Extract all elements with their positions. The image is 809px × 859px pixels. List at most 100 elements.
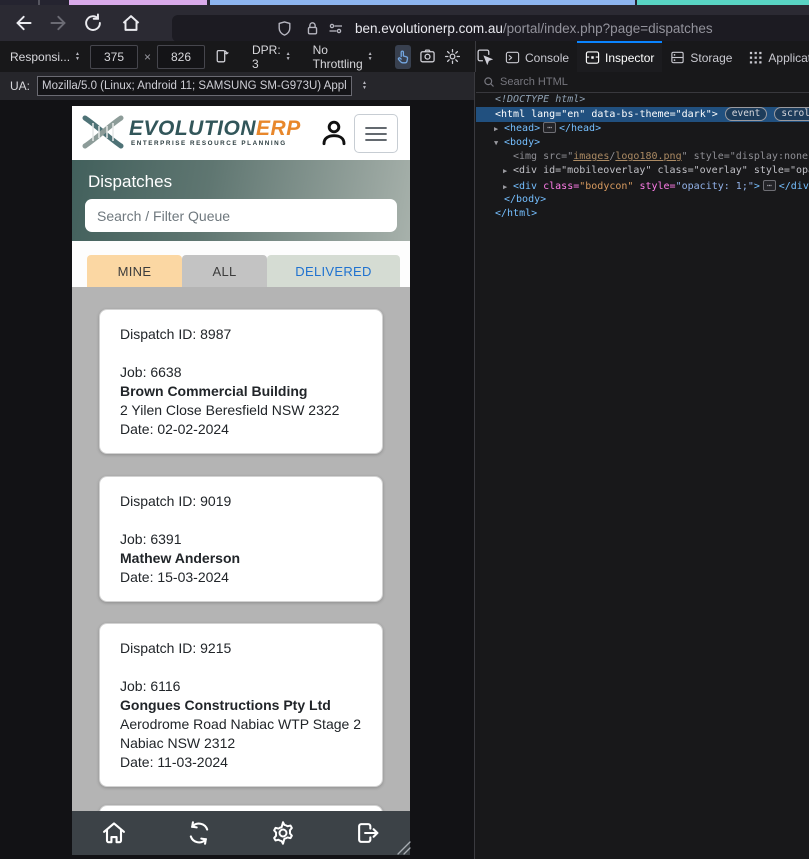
devtools-tab-label: Inspector	[605, 50, 655, 65]
device-viewport: EVOLUTIONERP ENTERPRISE RESOURCE PLANNIN…	[72, 106, 410, 855]
queue-search-input[interactable]	[85, 199, 397, 232]
viewport-height-input[interactable]	[157, 44, 205, 69]
job-number: Job: 6116	[120, 678, 181, 694]
user-profile-icon[interactable]	[318, 117, 350, 149]
rdm-toolbar: Responsi... ▲▼ × DPR: 3 ▲▼ No Throttling…	[0, 41, 495, 73]
dispatch-card[interactable]: Dispatch ID: 9215 Job: 6116 Gongues Constr…	[99, 623, 383, 787]
code-token: <img src=	[513, 151, 568, 163]
img-node[interactable]: <img src="images/logo180.png" style="dis…	[476, 150, 809, 164]
dispatch-date: Date: 11-03-2024	[120, 754, 228, 770]
throttling-selector[interactable]: No Throttling ▲ ▼	[309, 43, 377, 71]
devtools-tab-label: Console	[525, 50, 570, 65]
pick-element-icon[interactable]	[476, 41, 493, 72]
inspector-icon	[585, 50, 600, 65]
touch-simulation-icon[interactable]	[394, 44, 411, 69]
expand-arrow-icon[interactable]: ▶	[494, 122, 504, 136]
code-token[interactable]: logo180.png	[615, 151, 681, 162]
code-token: <div id="mobileoverlay" class="overlay" …	[513, 165, 809, 177]
ua-input[interactable]	[37, 76, 353, 96]
reload-icon[interactable]	[82, 12, 104, 34]
code-token[interactable]: images	[573, 151, 609, 162]
dispatch-list: Dispatch ID: 8987 Job: 6638 Brown Commerci…	[72, 287, 410, 811]
page-title: Dispatches	[88, 172, 173, 191]
dispatch-card[interactable]: Dispatch ID: 8987 Job: 6638 Brown Commerci…	[99, 309, 383, 454]
rdm-settings-icon[interactable]	[444, 45, 461, 69]
screenshot-root: ben.evolutionerp.com.au/portal/index.php…	[0, 0, 809, 859]
code-token: <head>	[504, 122, 541, 134]
select-arrows-icon: ▲ ▼	[362, 80, 367, 91]
dispatch-tab-all[interactable]: ALL	[182, 255, 267, 287]
devtools-tab-storage[interactable]: Storage	[662, 41, 740, 72]
html-search-bar[interactable]: Search HTML	[476, 72, 809, 93]
ua-row: UA: ▲▼	[0, 72, 475, 100]
expand-arrow-icon[interactable]: ▶	[503, 164, 513, 178]
code-token: </body>	[504, 194, 547, 206]
dispatch-tabs: MINE ALL DELIVERED	[87, 255, 400, 287]
card-spacer	[120, 344, 362, 363]
scroll-badge[interactable]: scroll	[774, 107, 809, 122]
card-spacer	[120, 511, 362, 530]
code-token: style=	[633, 180, 676, 192]
html-close[interactable]: </html>	[476, 207, 809, 221]
shield-icon[interactable]	[276, 20, 293, 37]
viewport-resize-grip[interactable]	[396, 840, 412, 856]
home-icon[interactable]	[120, 12, 142, 34]
dispatch-date: Date: 02-02-2024	[120, 421, 229, 437]
url-bar[interactable]: ben.evolutionerp.com.au/portal/index.php…	[172, 15, 809, 42]
nav-logout-icon[interactable]	[353, 818, 383, 848]
device-selector[interactable]: Responsi... ▲ ▼	[6, 50, 84, 64]
nav-home-icon[interactable]	[99, 818, 129, 848]
lock-icon[interactable]	[304, 20, 321, 37]
dpr-selector[interactable]: DPR: 3 ▲ ▼	[248, 43, 295, 71]
body-node[interactable]: ▼ <body>	[476, 136, 809, 150]
doctype-line[interactable]: <!DOCTYPE html>	[476, 93, 809, 107]
forward-icon[interactable]	[48, 12, 70, 34]
collapsed-content-badge[interactable]: ⋯	[543, 121, 556, 133]
brand-text: EVOLUTIONERP ENTERPRISE RESOURCE PLANNIN…	[129, 118, 301, 147]
bodycon-node[interactable]: ▶ <div class="bodycon" style="opacity: 1;…	[476, 179, 809, 193]
code-token: <!DOCTYPE html>	[495, 94, 586, 105]
html-node-selected[interactable]: <html lang="en" data-bs-theme="dark"> eve…	[476, 107, 809, 122]
brand-name-primary: EVOLUTION	[129, 116, 257, 140]
screenshot-icon[interactable]	[419, 45, 436, 69]
collapse-arrow-icon[interactable]: ▼	[494, 136, 504, 150]
page-hero: Dispatches	[72, 160, 410, 241]
card-spacer	[120, 658, 362, 677]
job-address: Aerodrome Road Nabiac WTP Stage 2	[120, 716, 361, 732]
back-icon[interactable]	[12, 12, 34, 34]
code-token: <body>	[504, 136, 541, 148]
dispatch-id: Dispatch ID: 9215	[120, 640, 232, 656]
collapsed-content-badge[interactable]: ⋯	[762, 179, 776, 191]
code-token: </head>	[558, 122, 602, 134]
code-token: </div>	[778, 180, 809, 192]
head-node[interactable]: ▶ <head> ⋯ </head>	[476, 121, 809, 136]
url-domain: ben.evolutionerp.com.au	[355, 21, 503, 36]
search-placeholder: Search HTML	[500, 76, 568, 88]
nav-sync-icon[interactable]	[184, 818, 214, 848]
permissions-icon[interactable]	[327, 20, 345, 37]
menu-button[interactable]	[354, 114, 398, 153]
nav-settings-icon[interactable]	[268, 818, 298, 848]
job-address: Nabiac NSW 2312	[120, 735, 236, 751]
job-title: Brown Commercial Building	[120, 383, 308, 399]
dispatch-id: Dispatch ID: 9019	[120, 493, 232, 509]
code-token: "opacity: 1;"	[675, 180, 754, 192]
body-close[interactable]: </body>	[476, 193, 809, 207]
event-badge[interactable]: event	[724, 107, 768, 122]
code-token: "bodycon"	[579, 180, 634, 192]
dispatch-card[interactable]: Dispatch ID: 9019 Job: 6391 Mathew Anderso…	[99, 476, 383, 602]
devtools-tab-console[interactable]: Console	[497, 41, 577, 72]
job-number: Job: 6638	[120, 364, 182, 380]
viewport-width-input[interactable]	[89, 44, 138, 69]
dispatch-tab-delivered[interactable]: DELIVERED	[267, 255, 400, 287]
mobileoverlay-node[interactable]: ▶ <div id="mobileoverlay" class="overlay"…	[476, 164, 809, 178]
brand-logo: EVOLUTIONERP ENTERPRISE RESOURCE PLANNIN…	[81, 112, 301, 152]
rotate-viewport-icon[interactable]	[213, 45, 230, 69]
devtools-tab-label: Storage	[690, 50, 733, 65]
devtools-tab-application[interactable]: Application	[740, 41, 809, 72]
brand-tagline: ENTERPRISE RESOURCE PLANNING	[131, 139, 287, 147]
dispatch-tab-mine[interactable]: MINE	[87, 255, 182, 287]
devtools-tab-inspector[interactable]: Inspector	[577, 41, 663, 72]
url-path: /portal/index.php?page=dispatches	[502, 21, 713, 36]
expand-arrow-icon[interactable]: ▶	[503, 180, 513, 193]
